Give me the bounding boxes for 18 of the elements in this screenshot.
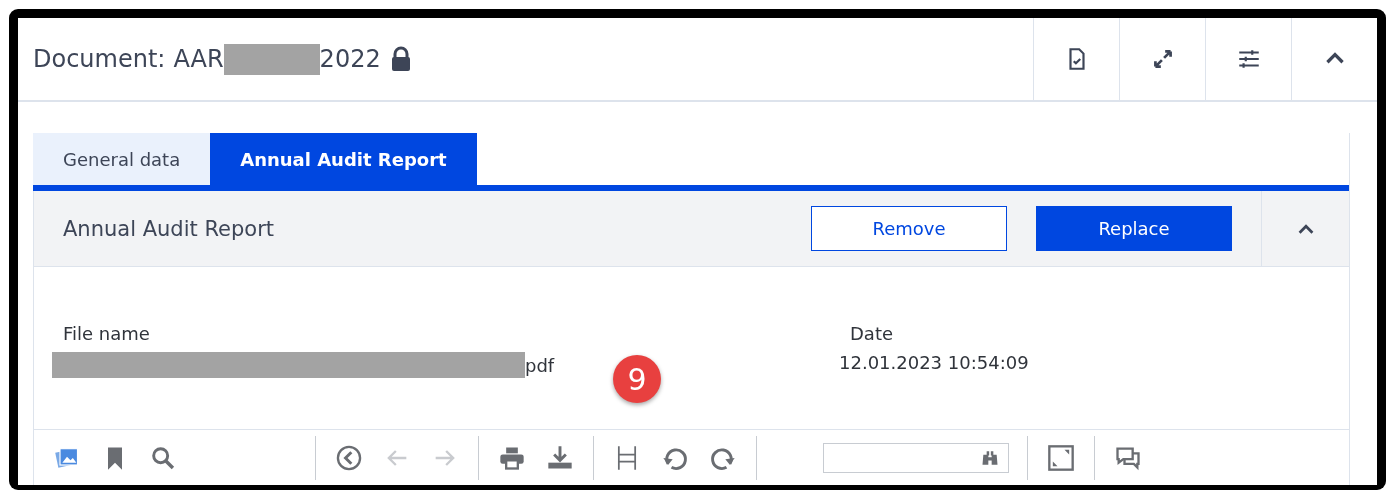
- step-badge: 9: [613, 355, 661, 403]
- document-code-prefix: AAR: [173, 45, 224, 73]
- fullscreen-button[interactable]: [1046, 442, 1076, 473]
- document-label: Document:: [33, 45, 166, 73]
- tab[interactable]: General data: [33, 133, 211, 185]
- field-value: 12.01.2023 10:54:09: [839, 352, 1029, 373]
- document-code-suffix: 2022: [319, 45, 381, 73]
- outline-button[interactable]: Remove: [811, 206, 1007, 251]
- circle-back-icon: [335, 443, 363, 472]
- field-label: File name: [62, 323, 151, 344]
- tab[interactable]: Annual Audit Report: [210, 133, 477, 185]
- section-title: Annual Audit Report: [62, 216, 276, 241]
- primary-button[interactable]: Replace: [1036, 206, 1232, 251]
- fullscreen-icon: [1047, 443, 1075, 472]
- download-icon: [546, 443, 574, 472]
- field-label: Date: [849, 323, 895, 344]
- field-value: pdf: [525, 354, 555, 376]
- find-field[interactable]: [823, 442, 1009, 473]
